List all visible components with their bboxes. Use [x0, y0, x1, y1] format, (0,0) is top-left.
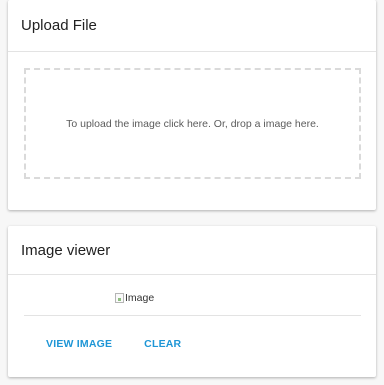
broken-image-icon — [115, 293, 124, 303]
viewer-actions: VIEW IMAGE CLEAR — [40, 336, 187, 352]
upload-card-header: Upload File — [8, 0, 376, 52]
image-alt-text: Image — [125, 292, 155, 304]
image-viewer-card: Image viewer Image VIEW IMAGE CLEAR — [8, 226, 376, 377]
image-display-area: Image — [24, 286, 361, 316]
view-image-button[interactable]: VIEW IMAGE — [40, 336, 118, 352]
clear-button[interactable]: CLEAR — [138, 336, 187, 352]
broken-image: Image — [115, 292, 154, 304]
dropzone-text: To upload the image click here. Or, drop… — [66, 117, 319, 130]
viewer-card-header: Image viewer — [8, 226, 376, 275]
upload-dropzone[interactable]: To upload the image click here. Or, drop… — [24, 68, 361, 179]
upload-card: Upload File To upload the image click he… — [8, 0, 376, 210]
upload-card-title: Upload File — [21, 17, 97, 34]
viewer-card-title: Image viewer — [21, 241, 111, 259]
